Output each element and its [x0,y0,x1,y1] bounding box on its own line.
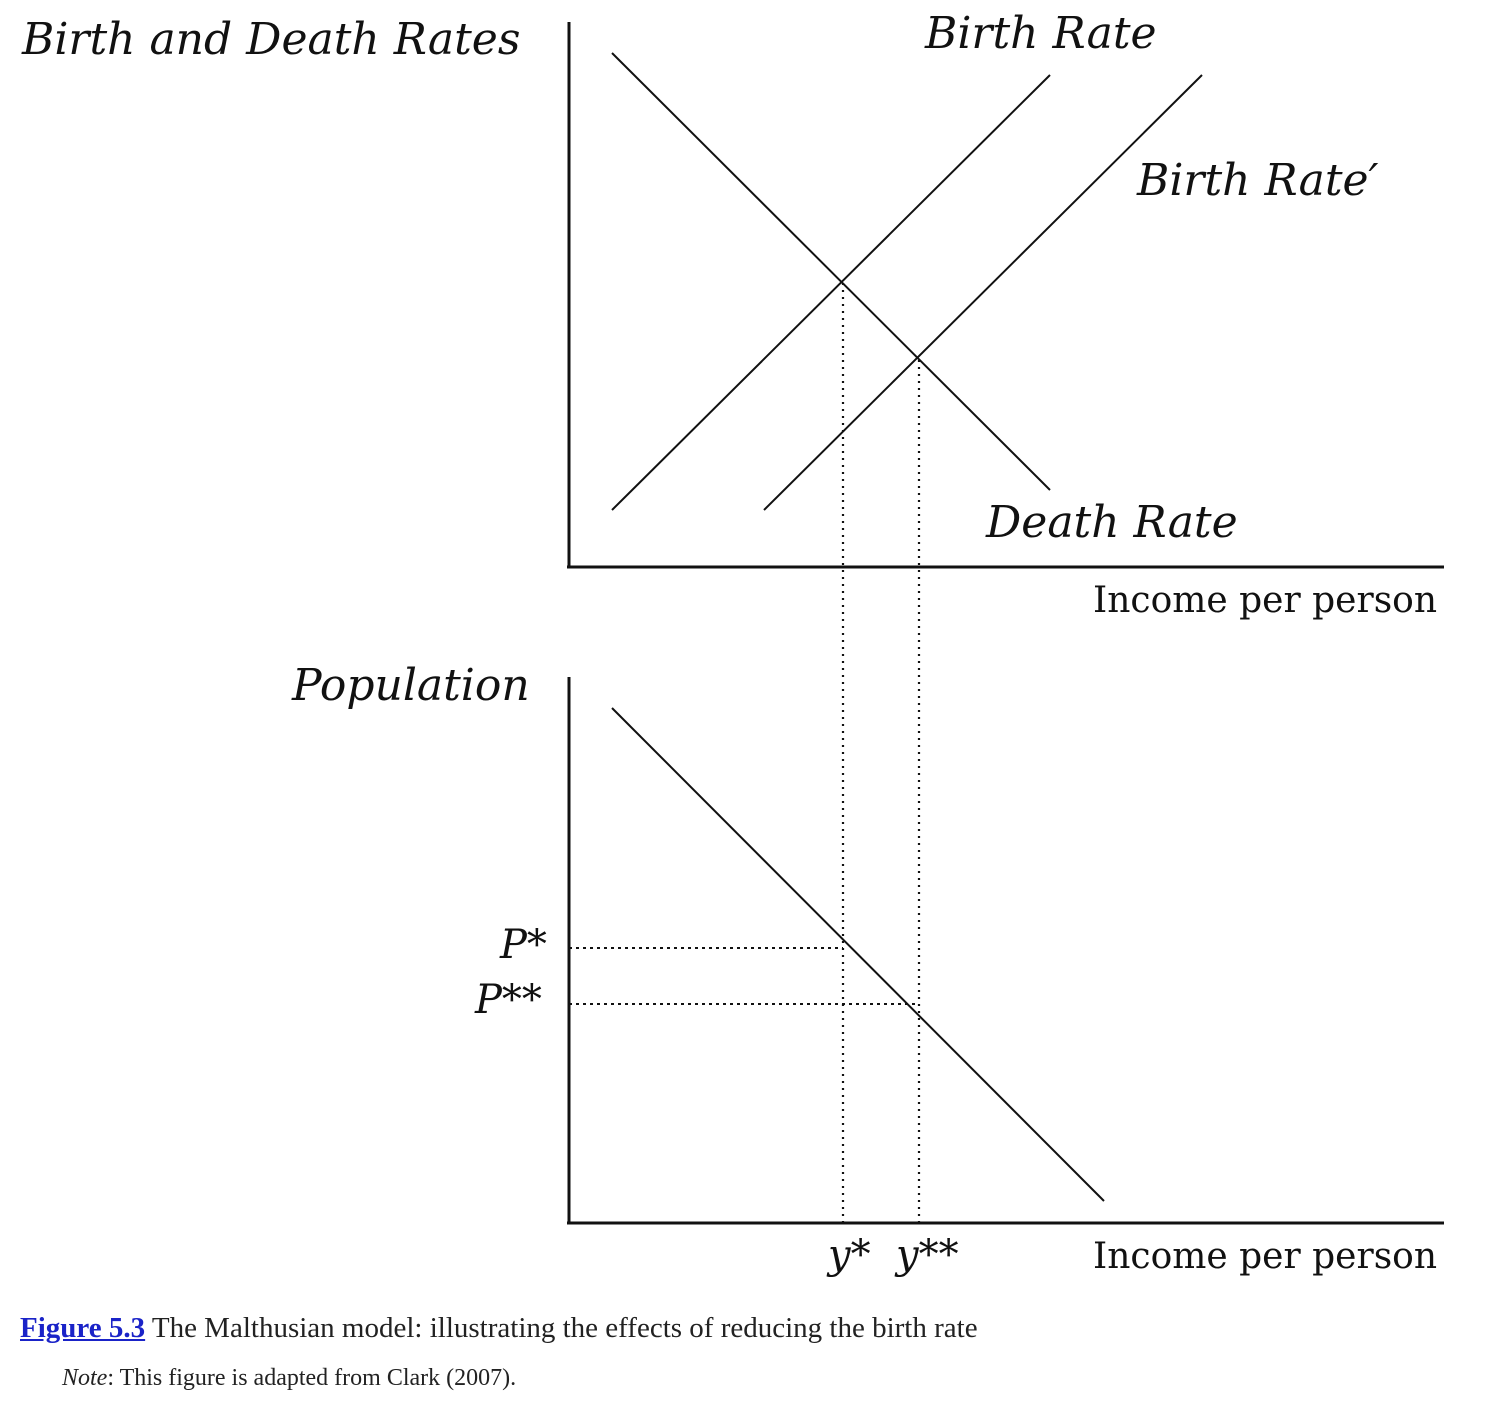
top-y-axis-label: Birth and Death Rates [21,14,520,65]
y-double-star-label: y** [894,1232,959,1278]
note-text: : This figure is adapted from Clark (200… [107,1365,517,1391]
figure-note: Note: This figure is adapted from Clark … [62,1365,1482,1392]
top-x-axis-label: Income per person [1093,580,1437,621]
birth-rate-prime-label: Birth Rate′ [1136,155,1379,206]
y-star-label: y* [826,1232,871,1278]
birth-rate-label: Birth Rate [924,8,1157,59]
p-star-label: P* [499,922,547,968]
figure-caption: Figure 5.3 The Malthusian model: illustr… [20,1312,1490,1345]
population-axis-label: Population [291,660,530,711]
p-double-star-label: P** [474,977,542,1023]
caption-text: The Malthusian model: illustrating the e… [145,1312,978,1344]
note-label: Note [62,1365,108,1391]
malthusian-diagram: Birth and Death Rates Birth Rate Birth R… [21,8,1444,1278]
death-rate-line [611,52,1051,491]
death-rate-label: Death Rate [985,497,1238,548]
population-line [611,707,1105,1202]
bottom-x-axis-label: Income per person [1093,1236,1437,1277]
figure-link[interactable]: Figure 5.3 [20,1312,145,1344]
